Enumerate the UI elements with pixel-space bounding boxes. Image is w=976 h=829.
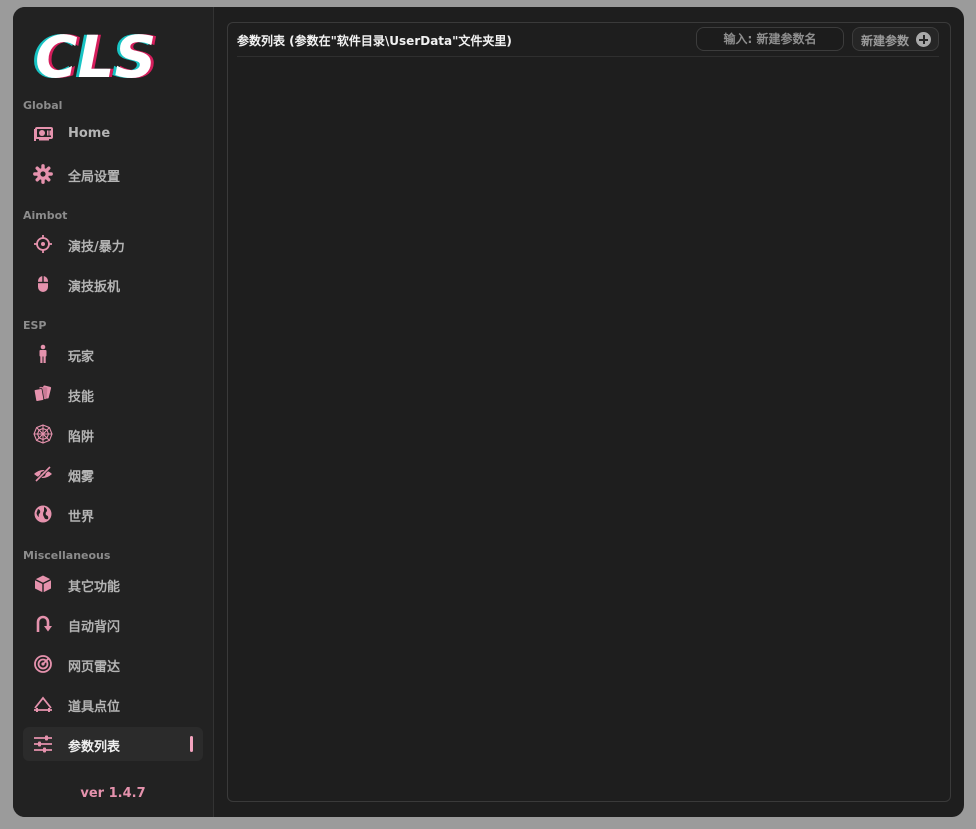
nav-item-world[interactable]: 世界: [23, 497, 203, 531]
nav-item-label: 世界: [68, 510, 95, 525]
nav-item-label: 道具点位: [68, 700, 121, 715]
param-list-panel: 参数列表 (参数在"软件目录\UserData"文件夹里) 新建参数: [227, 22, 951, 802]
nav-item-aimbot-rage[interactable]: 演技/暴力: [23, 227, 203, 261]
sidebar: CLS CLS CLS Global Home 全局设置 Aimbot 演技/暴…: [13, 7, 214, 817]
nav-item-label: Home: [68, 126, 111, 141]
new-param-name-input[interactable]: [696, 27, 844, 51]
nav-item-label: 技能: [68, 390, 95, 405]
person-icon: [33, 344, 53, 364]
nav-item-label: 网页雷达: [68, 660, 121, 675]
landmark-icon: [33, 694, 53, 714]
nav-item-smoke[interactable]: 烟雾: [23, 457, 203, 491]
nav-item-web-radar[interactable]: 网页雷达: [23, 647, 203, 681]
new-param-button[interactable]: 新建参数: [852, 27, 939, 51]
active-indicator: [190, 736, 193, 752]
nav-item-label: 烟雾: [68, 470, 95, 485]
eye-slash-icon: [33, 464, 53, 484]
section-aimbot: Aimbot: [23, 209, 68, 222]
panel-divider: [237, 56, 939, 57]
cube-icon: [33, 574, 53, 594]
nav-item-label: 玩家: [68, 350, 95, 365]
globe-icon: [33, 504, 53, 524]
u-turn-icon: [33, 614, 53, 634]
nav-item-label: 演技扳机: [68, 280, 121, 295]
gpu-card-icon: [33, 124, 53, 144]
nav-item-home[interactable]: Home: [23, 117, 203, 151]
nav-item-global-settings[interactable]: 全局设置: [23, 157, 203, 191]
nav-item-label: 演技/暴力: [68, 240, 125, 255]
nav-item-label: 其它功能: [68, 580, 121, 595]
nav-item-param-list[interactable]: 参数列表: [23, 727, 203, 761]
nav-item-triggerbot[interactable]: 演技扳机: [23, 267, 203, 301]
section-miscellaneous: Miscellaneous: [23, 549, 111, 562]
spider-web-icon: [33, 424, 53, 444]
section-global: Global: [23, 99, 63, 112]
mouse-icon: [33, 274, 53, 294]
new-param-button-label: 新建参数: [861, 34, 910, 48]
svg-text:CLS: CLS: [35, 23, 156, 83]
version-label: ver 1.4.7: [80, 786, 146, 801]
nav-item-other-features[interactable]: 其它功能: [23, 567, 203, 601]
nav-item-auto-flash[interactable]: 自动背闪: [23, 607, 203, 641]
nav-item-grenade-spots[interactable]: 道具点位: [23, 687, 203, 721]
cards-icon: [33, 384, 53, 404]
crosshair-icon: [33, 234, 53, 254]
nav-item-traps[interactable]: 陷阱: [23, 417, 203, 451]
nav-item-label: 参数列表: [68, 740, 121, 755]
app-window: CLS CLS CLS Global Home 全局设置 Aimbot 演技/暴…: [13, 7, 964, 817]
nav-item-players[interactable]: 玩家: [23, 337, 203, 371]
gear-icon: [33, 164, 53, 184]
nav-item-label: 全局设置: [68, 170, 121, 185]
plus-circle-icon: [916, 32, 931, 47]
sliders-icon: [33, 734, 53, 754]
nav-item-label: 自动背闪: [68, 620, 121, 635]
nav-item-label: 陷阱: [68, 430, 95, 445]
cls-logo: CLS CLS CLS: [31, 23, 201, 91]
section-esp: ESP: [23, 319, 47, 332]
panel-title: 参数列表 (参数在"软件目录\UserData"文件夹里): [237, 34, 512, 48]
radar-icon: [33, 654, 53, 674]
nav-item-skills[interactable]: 技能: [23, 377, 203, 411]
